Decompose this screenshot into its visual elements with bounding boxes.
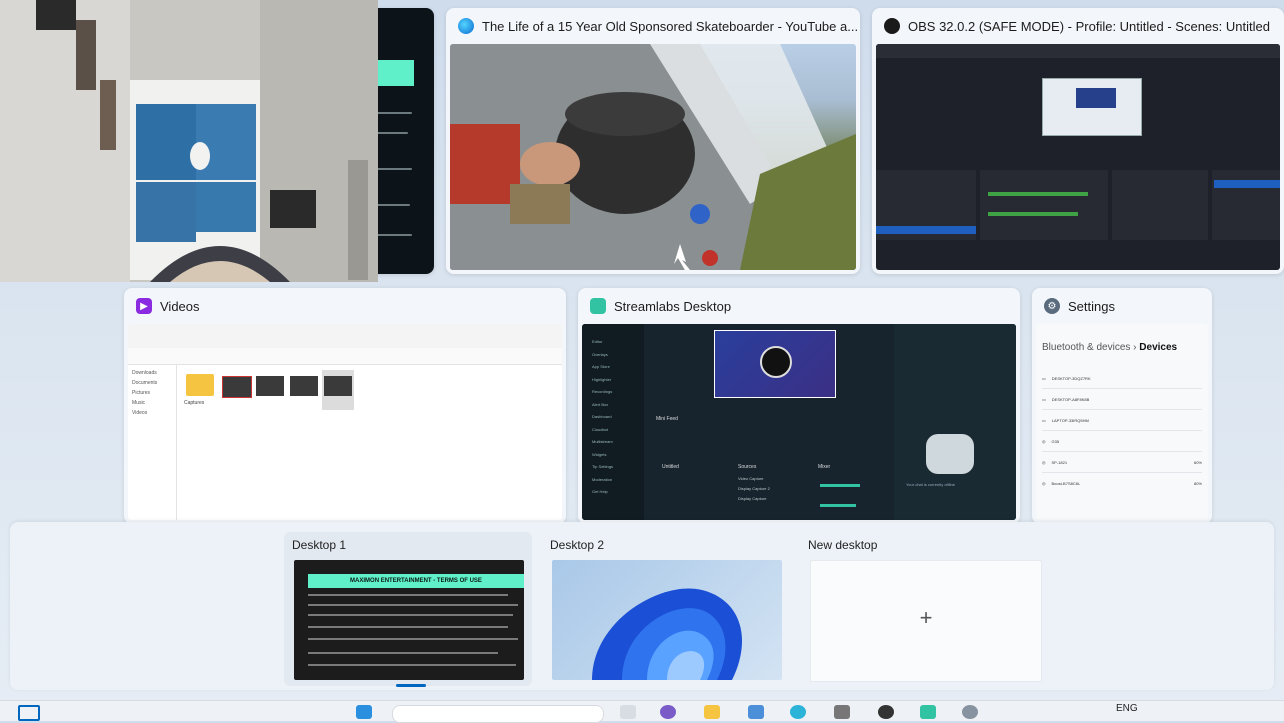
settings-breadcrumb: Bluetooth & devices › Devices [1042,342,1178,353]
explorer-addressbar [128,348,562,365]
window-card-header: ▶ Videos [124,288,566,324]
obs-meter [988,192,1088,196]
window-card-header: ⚙ Settings [1032,288,1212,324]
edge-icon[interactable] [790,705,806,719]
device-row: ▭ DESKTOP-3DQZ7RK [1042,368,1202,389]
desktop-1-label: Desktop 1 [292,538,347,552]
obs-dock-mixer [980,170,1108,240]
window-title: The Life of a 15 Year Old Sponsored Skat… [482,18,859,34]
task-view-icon[interactable] [18,705,40,721]
obs-menubar [876,44,1280,58]
desktop-1-thumbnail: MAXIMON ENTERTAINMENT - TERMS OF USE [294,560,524,680]
audio-meter [820,484,860,487]
window-card-header: The Life of a 15 Year Old Sponsored Skat… [446,8,860,44]
desktop-2-label: Desktop 2 [550,538,605,552]
window-card-streamlabs[interactable]: Streamlabs Desktop Editor Overlays App S… [578,288,1020,524]
video-app-icon: ▶ [136,298,152,314]
device-row: ◎ Boost-B7S8C6L 80% [1042,480,1202,486]
source-list: Video Capture Display Capture 2 Display … [738,476,770,501]
start-icon[interactable] [356,705,372,719]
chat-panel [894,324,1016,520]
obs-start-streaming [1214,180,1280,188]
language-indicator[interactable]: ENG [1116,703,1138,714]
device-row: ▭ DESKTOP-A8F8K8B [1042,389,1202,410]
video-file-thumb [222,376,252,398]
chat-offline-text: Your chat is currently offline [906,482,955,487]
streamlabs-preview: Editor Overlays App Store Highlighter Re… [582,324,1016,520]
new-desktop-label: New desktop [808,538,878,552]
video-file-thumb [324,376,352,396]
video-file-thumb [290,376,318,396]
audio-meter [820,504,856,507]
folder-icon [186,374,214,396]
streamlabs-icon [590,298,606,314]
desktop-2-card[interactable]: Desktop 2 [542,532,790,686]
webcam-overlay [0,0,378,282]
taskbar: ENG [0,700,1284,723]
taskbar-app-icon[interactable] [834,705,850,719]
window-card-obs[interactable]: OBS 32.0.2 (SAFE MODE) - Profile: Untitl… [872,8,1284,274]
terms-title-bar: MAXIMON ENTERTAINMENT - TERMS OF USE [308,574,524,588]
device-row: ◎ SP-1821 60% [1042,452,1202,473]
gear-icon: ⚙ [1044,298,1060,314]
window-card-youtube[interactable]: The Life of a 15 Year Old Sponsored Skat… [446,8,860,274]
window-title: OBS 32.0.2 (SAFE MODE) - Profile: Untitl… [908,18,1270,34]
new-desktop-area: + [810,560,1042,682]
device-row: ◎ G35 [1042,431,1202,452]
streamlabs-icon[interactable] [920,705,936,719]
obs-dock-transitions [1112,170,1208,240]
obs-meter [988,212,1078,216]
window-card-header: Streamlabs Desktop [578,288,1020,324]
plus-icon: + [919,605,933,630]
edge-icon [458,18,474,34]
obs-canvas-inner [1076,88,1116,108]
text-line [372,234,412,236]
window-card-settings[interactable]: ⚙ Settings Bluetooth & devices › Devices… [1032,288,1212,524]
taskbar-app-icon[interactable] [878,705,894,719]
desktops-tray: Desktop 1 MAXIMON ENTERTAINMENT - TERMS … [10,522,1274,690]
video-file-thumb [256,376,284,396]
window-title: Settings [1068,298,1115,314]
search-input[interactable] [392,705,604,723]
text-line [372,112,412,114]
active-desktop-indicator [396,684,426,687]
device-list: ▭ DESKTOP-3DQZ7RK ▭ DESKTOP-A8F8K8B ▭ LAPTO… [1042,368,1202,493]
device-row: ▭ LAPTOP-33IRQ5HM [1042,410,1202,431]
scenes-label: Untitled [662,464,679,470]
teal-block [378,60,414,86]
desktop-2-thumbnail [552,560,782,680]
obs-logo-icon [760,346,792,378]
video-thumbnail [450,44,856,270]
explorer-sidebar: Downloads Documents Pictures Music Video… [128,364,177,520]
explorer-preview: Downloads Documents Pictures Music Video… [128,324,562,520]
folder-label: Captures [184,400,205,406]
gear-icon[interactable] [962,705,978,719]
mixer-label: Mixer [818,464,831,470]
windows-bloom-wallpaper [592,588,742,680]
window-card-header: OBS 32.0.2 (SAFE MODE) - Profile: Untitl… [872,8,1284,44]
obs-icon [884,18,900,34]
settings-preview: Bluetooth & devices › Devices ▭ DESKTOP-3… [1036,324,1208,520]
obs-preview [876,44,1280,270]
mini-feed-label: Mini Feed [656,416,678,422]
folder-icon[interactable] [704,705,720,719]
taskbar-app-icon[interactable] [620,705,636,719]
camping-scene-image [450,44,856,270]
desktop-1-card[interactable]: Desktop 1 MAXIMON ENTERTAINMENT - TERMS … [284,532,532,686]
webcam-image [0,0,378,282]
obs-scene-selected [876,226,976,234]
explorer-toolbar [128,324,562,349]
window-card-videos[interactable]: ▶ Videos Downloads Documents Pictures Mu… [124,288,566,524]
sources-label: Sources [738,464,757,470]
chat-offline-icon [926,434,974,474]
streamlabs-nav: Editor Overlays App Store Highlighter Re… [582,324,644,520]
window-title: Streamlabs Desktop [614,298,732,314]
taskbar-app-icon[interactable] [660,705,676,719]
text-line [372,168,412,170]
window-title: Videos [160,298,200,314]
taskbar-app-icon[interactable] [748,705,764,719]
new-desktop-card[interactable]: New desktop + [800,532,1048,686]
